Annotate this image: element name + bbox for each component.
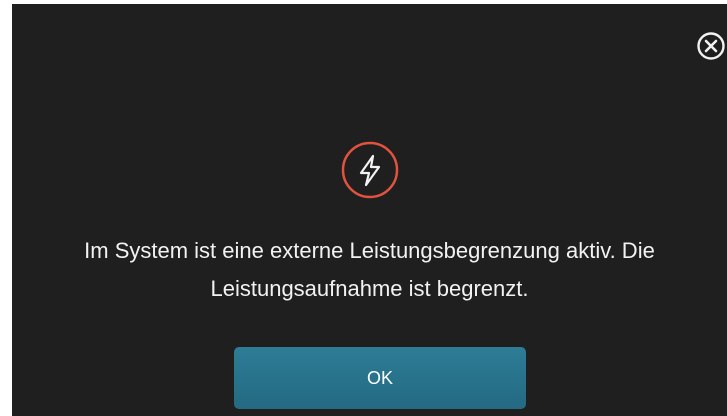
power-limit-dialog: Im System ist eine externe Leistungsbegr… [12, 4, 727, 416]
message-line-1: Im System ist eine externe Leistungsbegr… [84, 238, 655, 263]
power-limit-icon [340, 140, 400, 200]
close-button[interactable] [695, 30, 727, 62]
ok-button[interactable]: OK [234, 347, 526, 409]
dialog-message: Im System ist eine externe Leistungsbegr… [12, 232, 727, 308]
close-circle-icon [697, 32, 725, 60]
lightning-bolt-icon [341, 141, 399, 199]
message-line-2: Leistungsaufnahme ist begrenzt. [210, 276, 529, 301]
